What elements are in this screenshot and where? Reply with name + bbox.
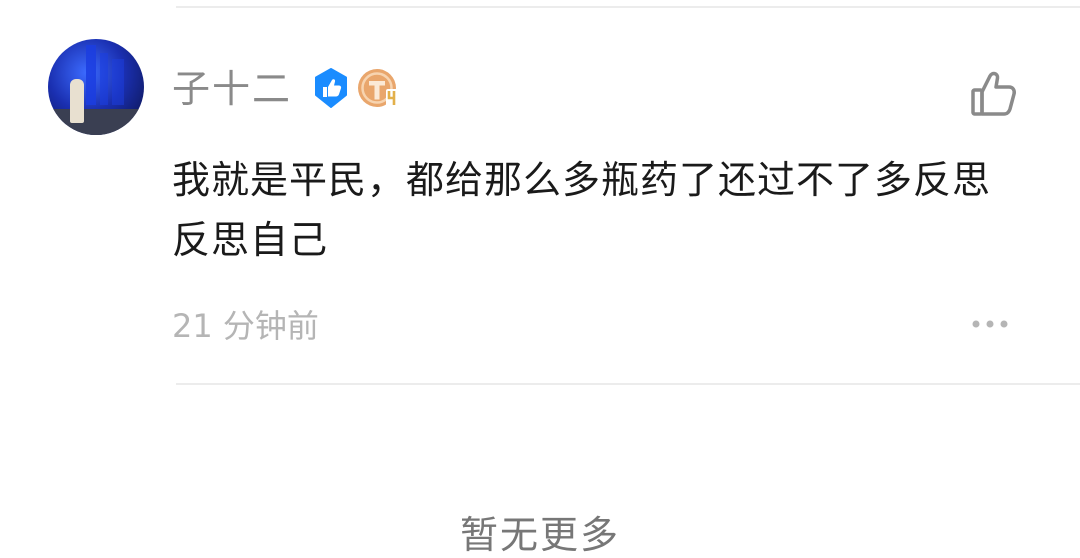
username[interactable]: 子十二 (172, 66, 292, 112)
bottom-divider (176, 383, 1080, 385)
level-badge-icon (358, 69, 400, 107)
no-more-label: 暂无更多 (459, 513, 620, 557)
comment-text: 我就是平民，都给那么多瓶药了还过不了多反思反思自己 (172, 158, 992, 262)
thumbs-up-icon[interactable] (968, 70, 1018, 118)
comment-time: 21 分钟前 (172, 307, 319, 345)
verified-thumb-badge-icon (315, 68, 347, 108)
more-dots-icon[interactable] (968, 310, 1012, 338)
top-divider (176, 6, 1080, 8)
avatar[interactable] (48, 39, 144, 135)
